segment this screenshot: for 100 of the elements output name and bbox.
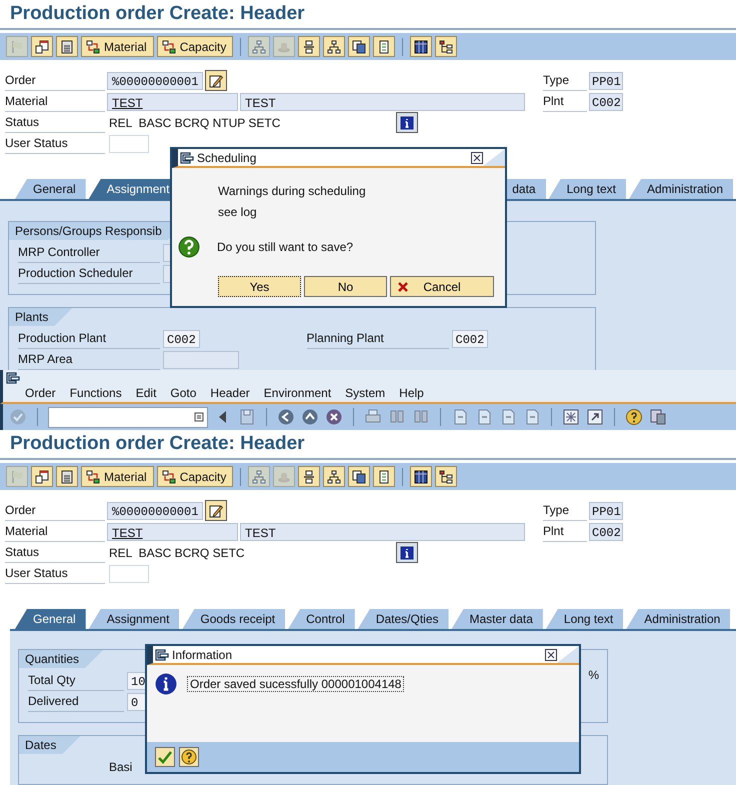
list-icon[interactable]	[373, 466, 396, 487]
exit-icon[interactable]	[277, 408, 295, 426]
type-field[interactable]: PP01	[589, 72, 623, 90]
split-icon[interactable]	[298, 36, 320, 57]
field-label: Plnt	[543, 92, 587, 112]
toolbar-button[interactable]: Material	[81, 36, 154, 57]
field-label: Total Qty	[28, 670, 124, 690]
menu-item[interactable]: Header	[210, 386, 250, 400]
question-text: Do you still want to save?	[217, 240, 354, 254]
menu-item[interactable]: Goto	[170, 386, 196, 400]
material-link[interactable]: TEST	[107, 92, 238, 110]
hierarchy-icon[interactable]	[323, 466, 346, 487]
screen-title: Production order Create: Header	[0, 0, 736, 30]
field-label: Order	[5, 500, 105, 520]
message-text: Warnings during scheduling	[218, 184, 367, 200]
menu-item[interactable]: Order	[25, 386, 56, 400]
copy-icon[interactable]	[348, 36, 370, 57]
info-icon	[155, 673, 177, 695]
field-label: Plnt	[543, 522, 587, 542]
tab[interactable]: Master data	[452, 609, 543, 629]
menu-item[interactable]: Environment	[264, 386, 332, 400]
dropdown-icon[interactable]	[194, 412, 204, 422]
info-icon[interactable]	[396, 542, 418, 563]
structure-icon[interactable]	[435, 36, 458, 57]
table-icon[interactable]	[410, 36, 432, 57]
menu-item[interactable]: Functions	[70, 386, 122, 400]
close-icon[interactable]	[471, 152, 483, 164]
material-link[interactable]: TEST	[107, 522, 238, 540]
field-label: Type	[543, 500, 587, 520]
toolbar-button[interactable]: Capacity	[156, 466, 234, 487]
tab[interactable]: Dates/Qties	[358, 609, 449, 629]
swap-icon	[86, 40, 100, 54]
toolbar-button[interactable]: Capacity	[156, 36, 234, 57]
field-label: User Status	[5, 564, 105, 584]
shortcut-icon[interactable]	[586, 408, 604, 426]
menu-item[interactable]: Help	[399, 386, 424, 400]
input-field[interactable]	[163, 350, 239, 368]
info-icon[interactable]	[396, 112, 418, 133]
tab[interactable]: Goods receipt	[182, 609, 286, 629]
field-label: User Status	[5, 134, 105, 154]
menu-item[interactable]: Edit	[136, 386, 156, 400]
tab[interactable]: Long text	[548, 179, 626, 199]
plant-field[interactable]: C002	[589, 522, 623, 540]
calendar-icon[interactable]	[31, 466, 53, 487]
cancel-icon[interactable]	[325, 408, 343, 426]
dialog-button[interactable]: Yes	[218, 276, 301, 297]
menu-item[interactable]: System	[345, 386, 386, 400]
user-status-field[interactable]	[109, 564, 149, 582]
tab[interactable]: Control	[288, 609, 355, 629]
tab[interactable]: Long text	[546, 609, 624, 629]
field-label: Planning Plant	[306, 328, 448, 348]
dialog-button[interactable]: No	[304, 276, 387, 297]
user-status-field[interactable]	[109, 134, 149, 152]
tab[interactable]: Administration	[626, 609, 730, 629]
screen-title: Production order Create: Header	[0, 430, 736, 460]
question-icon	[178, 236, 200, 258]
help-icon[interactable]	[625, 408, 643, 426]
input-field[interactable]: C002	[452, 330, 488, 348]
help-icon[interactable]	[179, 747, 199, 767]
order-field[interactable]: %00000000001	[107, 72, 204, 90]
close-icon[interactable]	[545, 648, 557, 660]
table-icon[interactable]	[410, 466, 432, 487]
field-label: Type	[543, 70, 587, 90]
session-icon[interactable]	[562, 408, 580, 426]
field-label: Order	[5, 70, 105, 90]
tab[interactable]: General	[15, 609, 86, 629]
calendar-icon[interactable]	[31, 36, 53, 57]
up-icon[interactable]	[301, 408, 319, 426]
group-title: Dates	[19, 736, 80, 754]
tab[interactable]: Assignment	[88, 609, 180, 629]
unit-text: %	[588, 668, 599, 682]
copy-icon[interactable]	[348, 466, 370, 487]
field-label: Production Plant	[18, 328, 160, 348]
list-icon[interactable]	[373, 36, 396, 57]
status-text: REL BASC BCRQ NTUP SETC	[109, 116, 282, 130]
toolbar-button[interactable]: Material	[81, 466, 154, 487]
field-label: Material	[5, 92, 105, 112]
tab[interactable]: data	[504, 179, 546, 199]
message-text: see log	[218, 205, 258, 221]
calculator-icon[interactable]	[56, 466, 78, 487]
check-icon[interactable]	[155, 747, 175, 767]
dialog-button[interactable]: Cancel	[390, 276, 494, 297]
window-icon[interactable]	[6, 372, 20, 384]
layout-icon[interactable]	[649, 408, 667, 426]
structure-icon[interactable]	[435, 466, 458, 487]
tab[interactable]: General	[15, 179, 86, 199]
input-field[interactable]: C002	[163, 330, 200, 348]
window-icon	[180, 152, 194, 164]
tab[interactable]: Administration	[628, 179, 733, 199]
order-field[interactable]: %00000000001	[107, 502, 204, 520]
plant-field[interactable]: C002	[589, 92, 623, 110]
group-title: Quantities	[19, 650, 104, 668]
split-icon[interactable]	[298, 466, 320, 487]
field-label: MRP Controller	[18, 242, 160, 262]
hierarchy-icon[interactable]	[323, 36, 346, 57]
command-field[interactable]	[48, 406, 208, 428]
calculator-icon[interactable]	[56, 36, 78, 57]
edit-icon[interactable]	[205, 70, 228, 91]
edit-icon[interactable]	[205, 500, 228, 521]
type-field[interactable]: PP01	[589, 502, 623, 520]
